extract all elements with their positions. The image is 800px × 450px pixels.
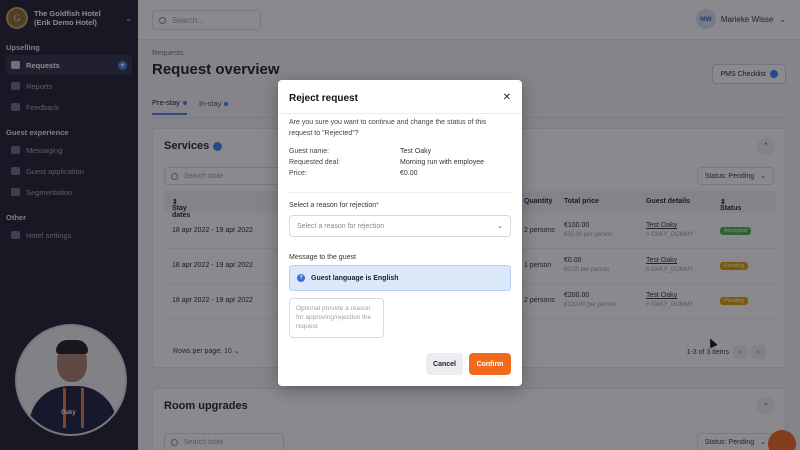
confirm-button[interactable]: Confirm	[469, 353, 511, 375]
rejection-reason-label-text: Select a reason for rejection	[289, 202, 377, 209]
language-notice: ? Guest language is English	[289, 265, 511, 291]
close-icon[interactable]: ✕	[503, 92, 511, 103]
language-notice-text: Guest language is English	[311, 274, 399, 282]
rejection-reason-label: Select a reason for rejection*	[289, 202, 379, 209]
divider	[278, 113, 522, 114]
requested-deal-label: Requested deal:	[289, 159, 340, 166]
guest-name-label: Guest name:	[289, 148, 330, 155]
price-label: Price:	[289, 170, 307, 177]
confirmation-text: Are you sure you want to continue and ch…	[289, 119, 487, 137]
rejection-reason-placeholder: Select a reason for rejection	[297, 222, 385, 230]
info-icon: ?	[297, 274, 305, 282]
requested-deal-value: Morning run with employee	[400, 159, 485, 166]
required-marker: *	[376, 202, 379, 209]
divider	[289, 192, 511, 193]
message-label: Message to the guest	[289, 254, 356, 261]
cancel-button[interactable]: Cancel	[426, 353, 463, 375]
dialog-title: Reject request	[289, 93, 358, 104]
guest-message-textarea[interactable]: Optional provide a reason for approving/…	[289, 298, 384, 338]
price-value: €0.00	[400, 170, 418, 177]
reject-request-dialog: Reject request ✕ Are you sure you want t…	[278, 80, 522, 386]
rejection-reason-select[interactable]: Select a reason for rejection ⌄	[289, 215, 511, 237]
chevron-down-icon: ⌄	[497, 223, 503, 230]
guest-name-value: Test Oaky	[400, 148, 432, 155]
